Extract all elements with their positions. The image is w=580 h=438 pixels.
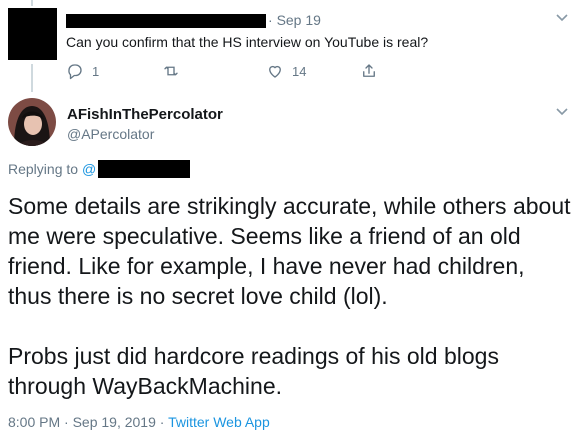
like-icon — [269, 65, 281, 78]
retweet-button[interactable] — [162, 62, 180, 80]
prev-tweet-separator: · — [268, 12, 273, 28]
tweet-timestamp[interactable]: 8:00 PM · Sep 19, 2019 · — [8, 414, 164, 430]
replying-to-label: Replying to — [8, 161, 79, 177]
prev-tweet-text: Can you confirm that the HS interview on… — [66, 34, 429, 50]
prev-tweet-meta: · Sep 19 — [268, 12, 321, 28]
tweet-paragraph-1: Some details are strikingly accurate, wh… — [8, 193, 571, 309]
share-button[interactable] — [360, 62, 378, 80]
tweet-paragraph-2: Probs just did hardcore readings of his … — [8, 343, 499, 399]
main-tweet-chevron-down-icon[interactable] — [555, 104, 569, 121]
replying-to: Replying to @ — [8, 161, 96, 177]
thread-line-middle — [31, 64, 33, 92]
avatar[interactable] — [8, 98, 56, 146]
tweet-footer: 8:00 PM · Sep 19, 2019 · Twitter Web App — [8, 414, 270, 430]
reply-icon — [68, 64, 82, 80]
chevron-down-icon[interactable] — [555, 10, 569, 27]
prev-tweet-author-redacted[interactable] — [66, 14, 266, 28]
thread-line-top — [31, 0, 33, 6]
like-count: 14 — [292, 63, 307, 79]
replying-to-handle-redacted[interactable] — [98, 160, 190, 178]
display-name[interactable]: AFishInThePercolator — [67, 106, 223, 123]
retweet-icon — [164, 66, 178, 76]
tweet-source[interactable]: Twitter Web App — [168, 414, 270, 430]
share-icon — [363, 64, 375, 77]
reply-count: 1 — [92, 63, 100, 79]
prev-tweet-date[interactable]: Sep 19 — [277, 12, 321, 28]
prev-tweet-avatar-redacted[interactable] — [8, 8, 57, 60]
handle[interactable]: @APercolator — [67, 126, 154, 142]
reply-button[interactable]: 1 — [66, 62, 99, 80]
replying-to-at[interactable]: @ — [82, 161, 96, 177]
like-button[interactable]: 14 — [266, 62, 306, 80]
